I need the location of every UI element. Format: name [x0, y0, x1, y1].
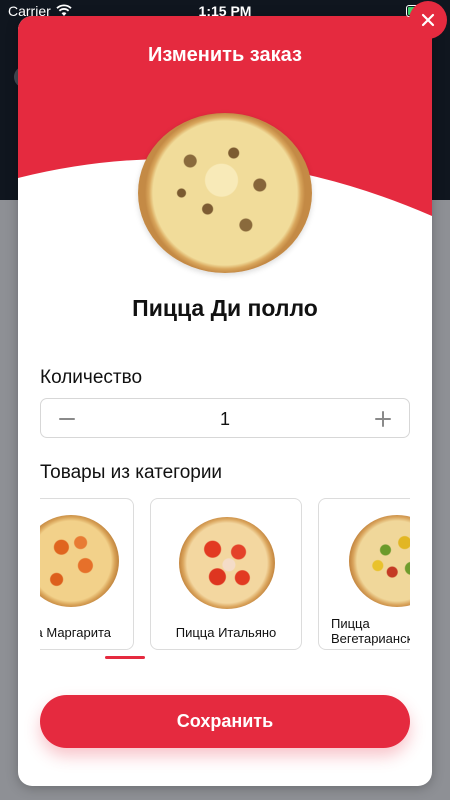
edit-order-modal: Изменить заказ Пицца Ди полло Количество…	[18, 16, 432, 786]
product-card-label-line1: Пицца	[331, 616, 370, 631]
product-card[interactable]: Пицца Вегетарианска	[318, 498, 410, 650]
pizza-image	[349, 515, 410, 607]
clock: 1:15 PM	[198, 3, 252, 19]
category-carousel[interactable]: а Маргарита Пицца Итальяно Пицца Вегетар…	[40, 498, 410, 654]
product-card-label: Пицца Вегетарианска	[331, 616, 410, 646]
close-button[interactable]	[409, 1, 447, 39]
product-card-label: Пицца Итальяно	[175, 625, 277, 640]
status-bar: Carrier 1:15 PM	[0, 0, 450, 22]
pizza-image	[40, 515, 119, 607]
modal-title: Изменить заказ	[148, 44, 302, 66]
product-card-label: а Маргарита	[40, 625, 111, 640]
pizza-image	[179, 517, 275, 609]
save-button[interactable]: Сохранить	[40, 695, 410, 748]
product-name: Пицца Ди полло	[132, 295, 318, 321]
quantity-stepper: 1	[40, 398, 410, 438]
product-card-label-line2: Вегетарианска	[331, 631, 410, 646]
quantity-label: Количество	[40, 367, 143, 388]
carousel-page-indicator	[105, 656, 145, 659]
category-label: Товары из категории	[40, 462, 223, 483]
quantity-value[interactable]: 1	[41, 409, 409, 430]
plus-icon[interactable]	[373, 409, 393, 429]
pizza-image	[138, 113, 312, 273]
close-icon	[421, 13, 435, 27]
product-card[interactable]: Пицца Итальяно	[150, 498, 302, 650]
product-card[interactable]: а Маргарита	[40, 498, 134, 650]
